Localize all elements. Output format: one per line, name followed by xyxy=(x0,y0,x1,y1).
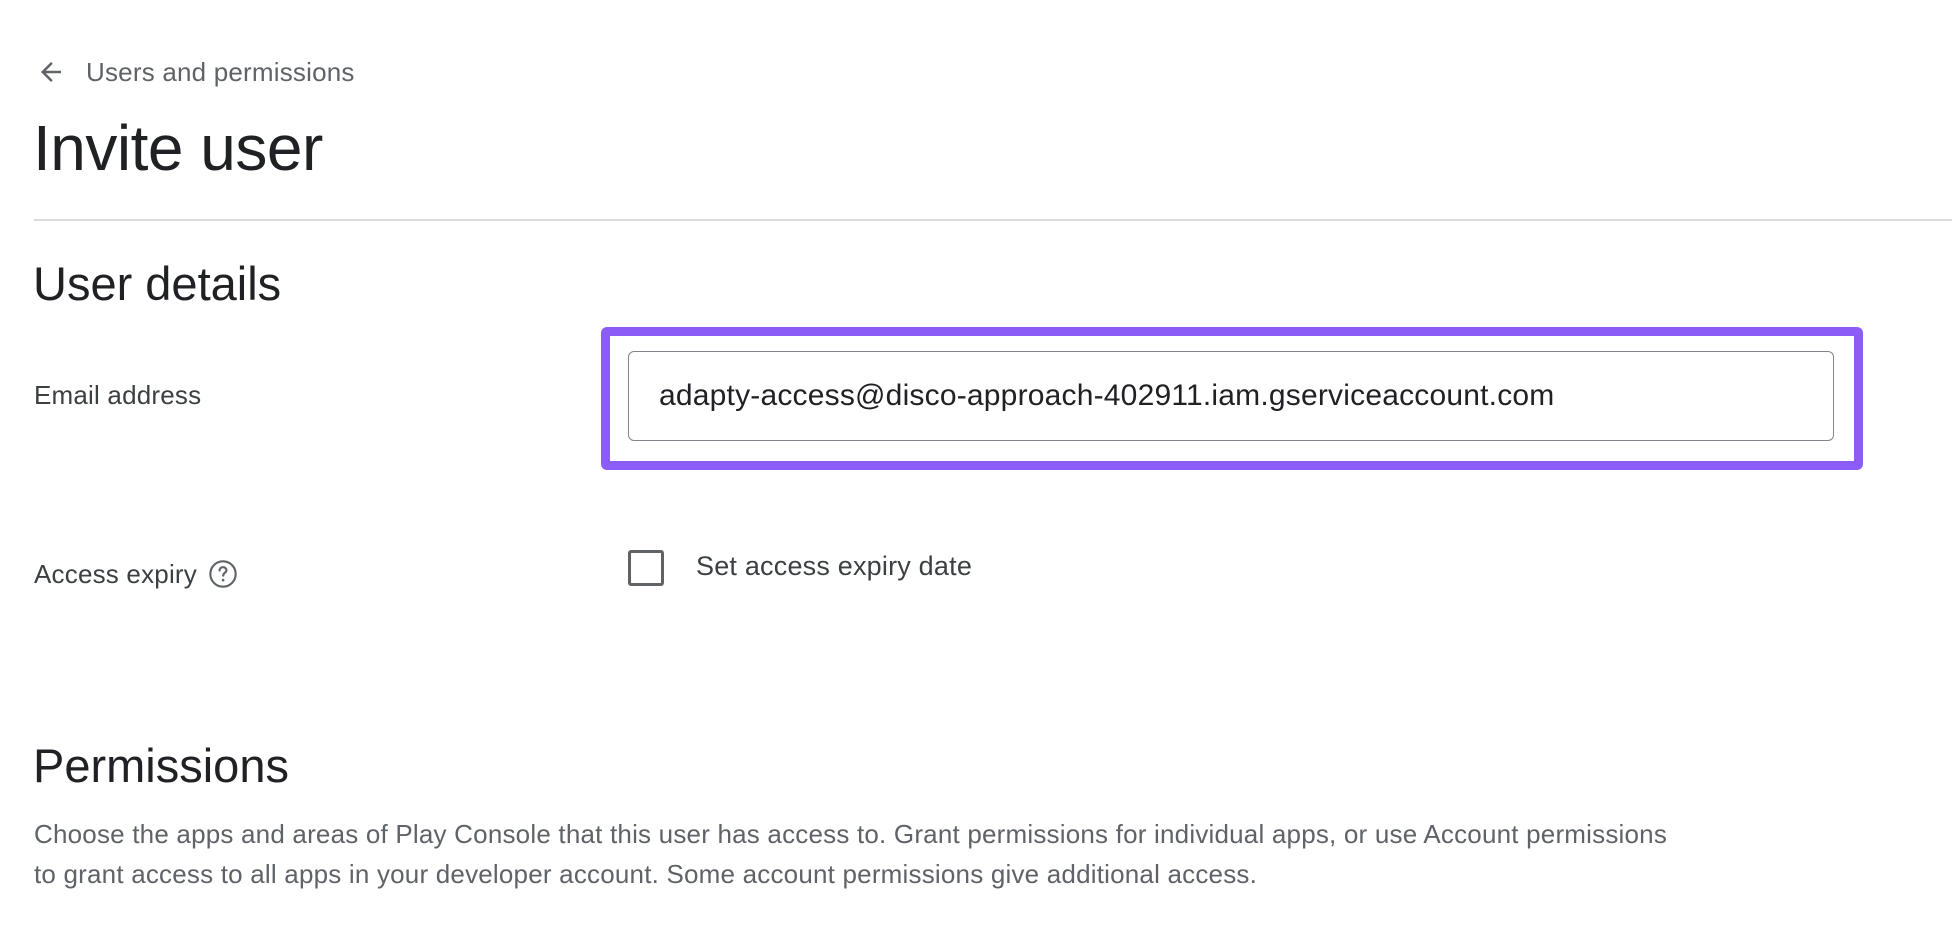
page-title: Invite user xyxy=(33,112,323,184)
permissions-description: Choose the apps and areas of Play Consol… xyxy=(34,814,1834,894)
email-field[interactable] xyxy=(628,351,1834,441)
help-circle-icon[interactable] xyxy=(207,558,239,590)
access-expiry-checkbox-label[interactable]: Set access expiry date xyxy=(696,551,972,582)
user-details-title: User details xyxy=(33,257,282,310)
breadcrumb-label[interactable]: Users and permissions xyxy=(86,57,355,88)
permissions-description-line-2: to grant access to all apps in your deve… xyxy=(34,859,1258,889)
header-divider xyxy=(34,219,1952,221)
permissions-description-line-1: Choose the apps and areas of Play Consol… xyxy=(34,819,1668,849)
access-expiry-label-text: Access expiry xyxy=(34,558,197,589)
arrow-back-icon[interactable] xyxy=(34,55,68,89)
access-expiry-label: Access expiry xyxy=(34,556,239,592)
access-expiry-checkbox[interactable] xyxy=(628,550,664,586)
email-address-label: Email address xyxy=(34,379,202,410)
breadcrumb[interactable]: Users and permissions xyxy=(34,52,355,92)
permissions-title: Permissions xyxy=(33,739,289,792)
invite-user-page: Users and permissions Invite user User d… xyxy=(0,0,1952,944)
